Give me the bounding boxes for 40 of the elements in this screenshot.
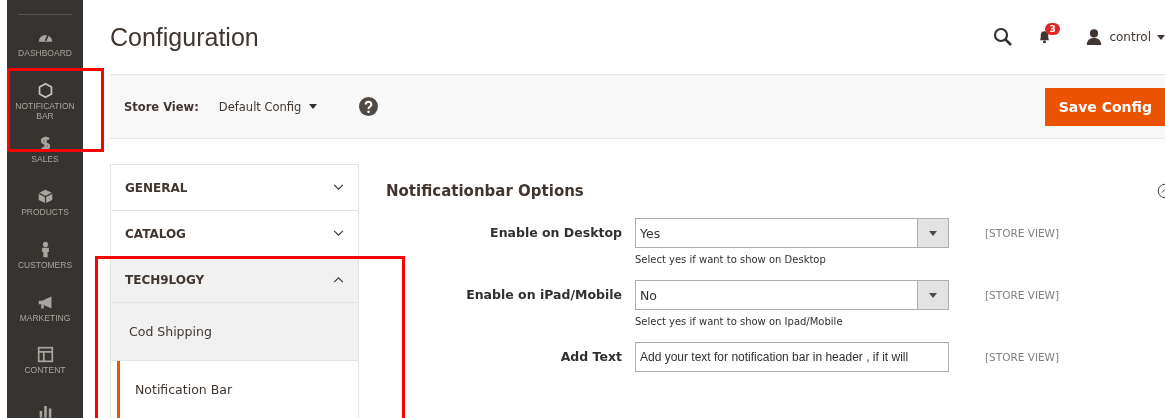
caret-icon (309, 104, 318, 110)
field-label: Add Text (559, 348, 623, 366)
chevron-down-icon (333, 230, 344, 237)
config-subitem[interactable]: Cod Shipping (111, 303, 358, 361)
sidebar-item[interactable]: CONTENT (7, 346, 83, 400)
chevron-down-icon (333, 184, 344, 191)
scope-label: [STORE VIEW] (985, 350, 1060, 365)
config-group[interactable]: TECH9LOGY (111, 257, 358, 303)
sidebar-item[interactable]: DASHBOARD (7, 29, 83, 82)
search-icon[interactable] (993, 27, 1014, 48)
store-view-switcher[interactable]: Default Config (218, 99, 318, 114)
field-label: Enable on iPad/Mobile (465, 286, 623, 304)
hexagon-icon (36, 81, 54, 99)
sidebar-item[interactable]: PRODUCTS (7, 187, 83, 241)
help-icon[interactable] (359, 97, 379, 117)
sidebar-item[interactable]: NOTIFICATIONBAR (7, 81, 83, 135)
select-field[interactable]: Yes (635, 218, 949, 248)
caret-icon (929, 230, 937, 236)
field-label: Enable on Desktop (489, 224, 623, 242)
sidebar-item[interactable]: CUSTOMERS (7, 240, 83, 294)
page-title: Configuration (110, 22, 259, 52)
save-config-button[interactable]: Save Config (1044, 88, 1165, 127)
caret-icon (929, 292, 937, 298)
text-input-field[interactable]: Add your text for notification bar in header , if it will (635, 342, 949, 372)
scope-label: [STORE VIEW] (985, 226, 1060, 241)
layout-icon (36, 346, 54, 364)
field-note: Select yes if want to show on Desktop (635, 254, 827, 265)
select-field[interactable]: No (635, 280, 949, 310)
store-view-label: Store View: (124, 99, 199, 114)
field-note: Select yes if want to show on Ipad/Mobile (635, 316, 844, 327)
sidebar-item[interactable]: MARKETING (7, 293, 83, 347)
user-icon (1085, 28, 1104, 47)
sidebar-item[interactable]: SALES (7, 134, 83, 188)
user-menu[interactable]: control (1085, 28, 1165, 47)
box-icon (36, 187, 54, 205)
chevron-up-icon (333, 276, 344, 283)
notification-count: 3 (1045, 23, 1060, 36)
section-title: Notificationbar Options (386, 182, 584, 200)
scope-label: [STORE VIEW] (985, 288, 1060, 303)
caret-icon (1157, 34, 1165, 40)
